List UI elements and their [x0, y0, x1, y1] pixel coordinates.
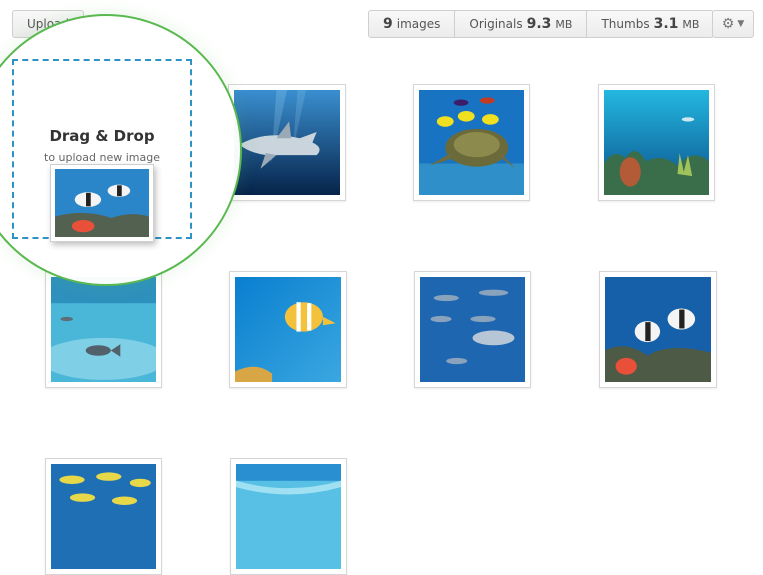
- settings-dropdown-button[interactable]: ⚙ ▼: [712, 10, 754, 38]
- originals-size-value: 9.3: [526, 16, 552, 32]
- images-count-value: 9: [383, 16, 393, 32]
- image-thumbnail-sea-turtle[interactable]: [413, 84, 530, 201]
- gear-icon: ⚙: [721, 16, 735, 32]
- images-count-label: images: [396, 17, 441, 31]
- thumbs-size-value: 3.1: [653, 16, 679, 32]
- originals-label: Originals: [469, 17, 523, 31]
- originals-size-stat: Originals 9.3 MB: [455, 11, 588, 37]
- image-thumbnail-coral-reef[interactable]: [598, 84, 715, 201]
- thumbs-size-stat: Thumbs 3.1 MB: [587, 11, 713, 37]
- dropzone-subtitle: to upload new image: [44, 151, 160, 164]
- chevron-down-icon: ▼: [737, 19, 745, 29]
- stats-bar: 9 images Originals 9.3 MB Thumbs 3.1 MB: [368, 10, 715, 38]
- image-thumbnail-shallow-water[interactable]: [230, 458, 347, 575]
- originals-unit: MB: [555, 17, 573, 31]
- image-thumbnail-underwater-fish[interactable]: [45, 271, 162, 388]
- images-count-stat: 9 images: [369, 11, 456, 37]
- image-thumbnail-tuna-school[interactable]: [414, 271, 531, 388]
- dropzone-title: Drag & Drop: [49, 127, 155, 145]
- image-thumbnail-butterflyfish[interactable]: [229, 271, 347, 388]
- image-thumbnail-yellow-fish-school[interactable]: [45, 458, 162, 575]
- thumbs-unit: MB: [682, 17, 700, 31]
- dragged-image-preview[interactable]: [50, 164, 154, 242]
- thumbs-label: Thumbs: [601, 17, 650, 31]
- image-thumbnail-shark[interactable]: [228, 84, 346, 201]
- image-thumbnail-bannerfish[interactable]: [599, 271, 717, 388]
